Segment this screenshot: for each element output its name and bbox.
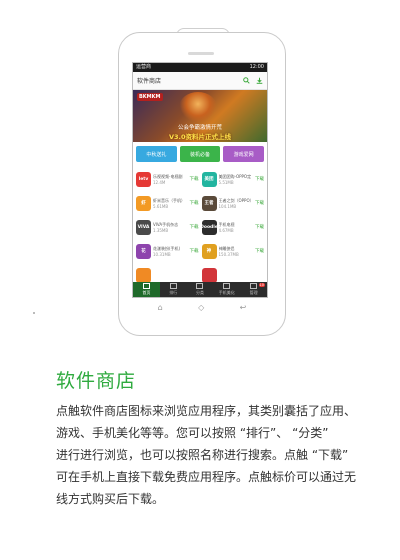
app-icon bbox=[201, 267, 217, 283]
body-line: 游戏、手机美化等等。您可以按照 “排行”、 “分类” bbox=[56, 426, 329, 440]
download-button[interactable]: 下载 bbox=[255, 176, 264, 182]
home-key-icon[interactable]: ⌂ bbox=[158, 302, 163, 314]
promo-banner[interactable]: BKMKM 公会争霸激情开荒 V3.0资料片正式上线 bbox=[133, 90, 267, 142]
nav-label: 排行 bbox=[169, 290, 178, 295]
app-bar-title: 软件商店 bbox=[137, 78, 162, 85]
app-size: 12.4M bbox=[153, 179, 166, 185]
back-key-icon[interactable]: ↩ bbox=[240, 302, 247, 314]
app-name: 王者之剑（OPPO） bbox=[218, 197, 254, 203]
nav-icon bbox=[250, 283, 258, 289]
app-meta: 虾米音乐（手机） 5.61MB bbox=[153, 198, 188, 209]
download-button[interactable]: 下载 bbox=[255, 224, 264, 230]
body-line: 进行进行浏览，也可以按照名称进行搜索。点触 “下载” bbox=[56, 448, 349, 462]
game-logo: BKMKM bbox=[137, 93, 163, 101]
app-size: 5.51MB bbox=[218, 179, 234, 185]
app-list-item[interactable]: VIVA VIVA手机杂志 1.35MB 下载 bbox=[136, 216, 199, 238]
app-icon: VIVA bbox=[136, 219, 151, 235]
app-list-item[interactable]: letv 乐视视频-电视剧 12.4M 下载 bbox=[136, 168, 199, 190]
banner-line-1: 公会争霸激情开荒 bbox=[177, 125, 222, 131]
app-icon: 王者 bbox=[201, 195, 217, 211]
app-name: 乐视视频-电视剧 bbox=[153, 173, 183, 179]
menu-key-icon[interactable]: ◇ bbox=[198, 302, 204, 314]
app-size: 104.1MB bbox=[218, 203, 237, 209]
nav-item[interactable]: 手机美化 bbox=[213, 282, 240, 297]
nav-label: 首页 bbox=[142, 290, 151, 295]
app-list-item[interactable]: 神神雕侠侣 150.37MB 下载 bbox=[201, 240, 264, 262]
app-list-item[interactable]: 虾虾米音乐（手机） 5.61MB 下载 bbox=[136, 192, 199, 214]
app-icon: 虾 bbox=[136, 195, 151, 211]
page-mark bbox=[33, 312, 35, 314]
clock: 12:00 bbox=[249, 64, 264, 70]
category-label: 中秋送礼 bbox=[146, 151, 167, 158]
hardware-keys: ⌂ ◇ ↩ bbox=[140, 302, 264, 314]
body-line: 可在手机上直接下载免费应用程序。点触标价可以通过无 bbox=[56, 470, 357, 484]
banner-line-2: V3.0资料片正式上线 bbox=[168, 133, 232, 141]
category-button[interactable]: 中秋送礼 bbox=[136, 146, 177, 162]
search-icon[interactable] bbox=[243, 77, 250, 84]
section-body: 点触软件商店图标来浏览应用程序，其类别囊括了应用、 游戏、手机美化等等。您可以按照… bbox=[56, 400, 366, 510]
download-button[interactable]: 下载 bbox=[255, 200, 264, 206]
app-icon bbox=[136, 267, 151, 283]
download-button[interactable]: 下载 bbox=[190, 248, 199, 254]
nav-item[interactable]: 排行 bbox=[160, 282, 187, 297]
app-meta: 乐视视频-电视剧 12.4M bbox=[153, 174, 188, 185]
nav-badge: 10 bbox=[258, 283, 265, 287]
nav-label: 手机美化 bbox=[218, 290, 235, 295]
nav-label: 管理 bbox=[249, 290, 258, 295]
download-button[interactable]: 下载 bbox=[255, 248, 264, 254]
category-label: 游戏爱网 bbox=[233, 151, 254, 158]
app-list-item[interactable]: Doodle 手机电视 4.67MB 下载 bbox=[200, 216, 264, 238]
nav-icon bbox=[169, 283, 177, 289]
phone-screen: 运营商 12:00 软件商店 BKMKM 公会争霸激情开荒 V3.0资料片正式上… bbox=[132, 62, 268, 298]
category-button[interactable]: 游戏爱网 bbox=[223, 146, 265, 162]
app-meta: 花漾装扮(手机) 10.31MB bbox=[153, 246, 188, 257]
download-button[interactable]: 下载 bbox=[190, 224, 199, 230]
app-list-item[interactable]: 王者 王者之剑（OPPO） 104.1MB 下载 bbox=[201, 192, 264, 214]
app-bar: 软件商店 bbox=[133, 72, 267, 90]
download-button[interactable]: 下载 bbox=[190, 176, 199, 182]
banner-character-image bbox=[179, 92, 217, 122]
app-icon: 花 bbox=[136, 243, 151, 259]
nav-label: 分类 bbox=[195, 290, 204, 295]
nav-icon bbox=[223, 283, 231, 289]
bottom-nav: 首页 排行 分类 手机美化 管理 10 bbox=[133, 282, 267, 297]
phone-earpiece bbox=[188, 52, 214, 55]
nav-item[interactable]: 管理 10 bbox=[240, 282, 267, 297]
download-icon[interactable] bbox=[256, 77, 263, 84]
category-button[interactable]: 装机必备 bbox=[179, 146, 221, 162]
app-size: 4.67MB bbox=[218, 227, 234, 233]
app-size: 1.35MB bbox=[153, 227, 169, 233]
app-meta: 王者之剑（OPPO） 104.1MB bbox=[219, 198, 254, 209]
nav-icon bbox=[142, 283, 150, 289]
app-icon: 神 bbox=[201, 243, 217, 259]
app-icon: letv bbox=[136, 171, 151, 187]
app-name: 虾米音乐（手机） bbox=[153, 197, 185, 203]
app-size: 10.31MB bbox=[153, 251, 171, 257]
nav-item[interactable]: 分类 bbox=[187, 282, 214, 297]
category-label: 装机必备 bbox=[190, 151, 211, 158]
app-list-item[interactable]: 美团 美团团购-OPPO定 5.51MB 下载 bbox=[201, 168, 264, 190]
download-button[interactable]: 下载 bbox=[190, 200, 199, 206]
app-icon: Doodle bbox=[200, 219, 218, 235]
category-row: 中秋送礼 装机必备 游戏爱网 bbox=[133, 142, 267, 166]
app-meta: VIVA手机杂志 1.35MB bbox=[153, 222, 188, 233]
status-bar: 运营商 12:00 bbox=[133, 63, 267, 72]
app-meta: 美团团购-OPPO定 5.51MB bbox=[219, 174, 254, 185]
app-name: 美团团购-OPPO定 bbox=[218, 173, 252, 179]
app-size: 5.61MB bbox=[153, 203, 169, 209]
app-size: 150.37MB bbox=[218, 251, 239, 257]
carrier-label: 运营商 bbox=[136, 64, 152, 70]
section-title: 软件商店 bbox=[56, 370, 137, 392]
nav-item[interactable]: 首页 bbox=[133, 282, 160, 297]
app-meta: 手机电视 4.67MB bbox=[219, 222, 254, 233]
app-list: letv 乐视视频-电视剧 12.4M 下载 美团 美团团购-OPPO定 5.51MB 下载虾… bbox=[133, 166, 267, 288]
app-icon: 美团 bbox=[201, 171, 217, 187]
body-line: 点触软件商店图标来浏览应用程序，其类别囊括了应用、 bbox=[56, 404, 357, 418]
body-line: 线方式购买后下载。 bbox=[56, 492, 165, 506]
app-list-item[interactable]: 花花漾装扮(手机) 10.31MB 下载 bbox=[136, 240, 199, 262]
app-meta: 神雕侠侣 150.37MB bbox=[219, 246, 254, 257]
nav-icon bbox=[196, 283, 204, 289]
